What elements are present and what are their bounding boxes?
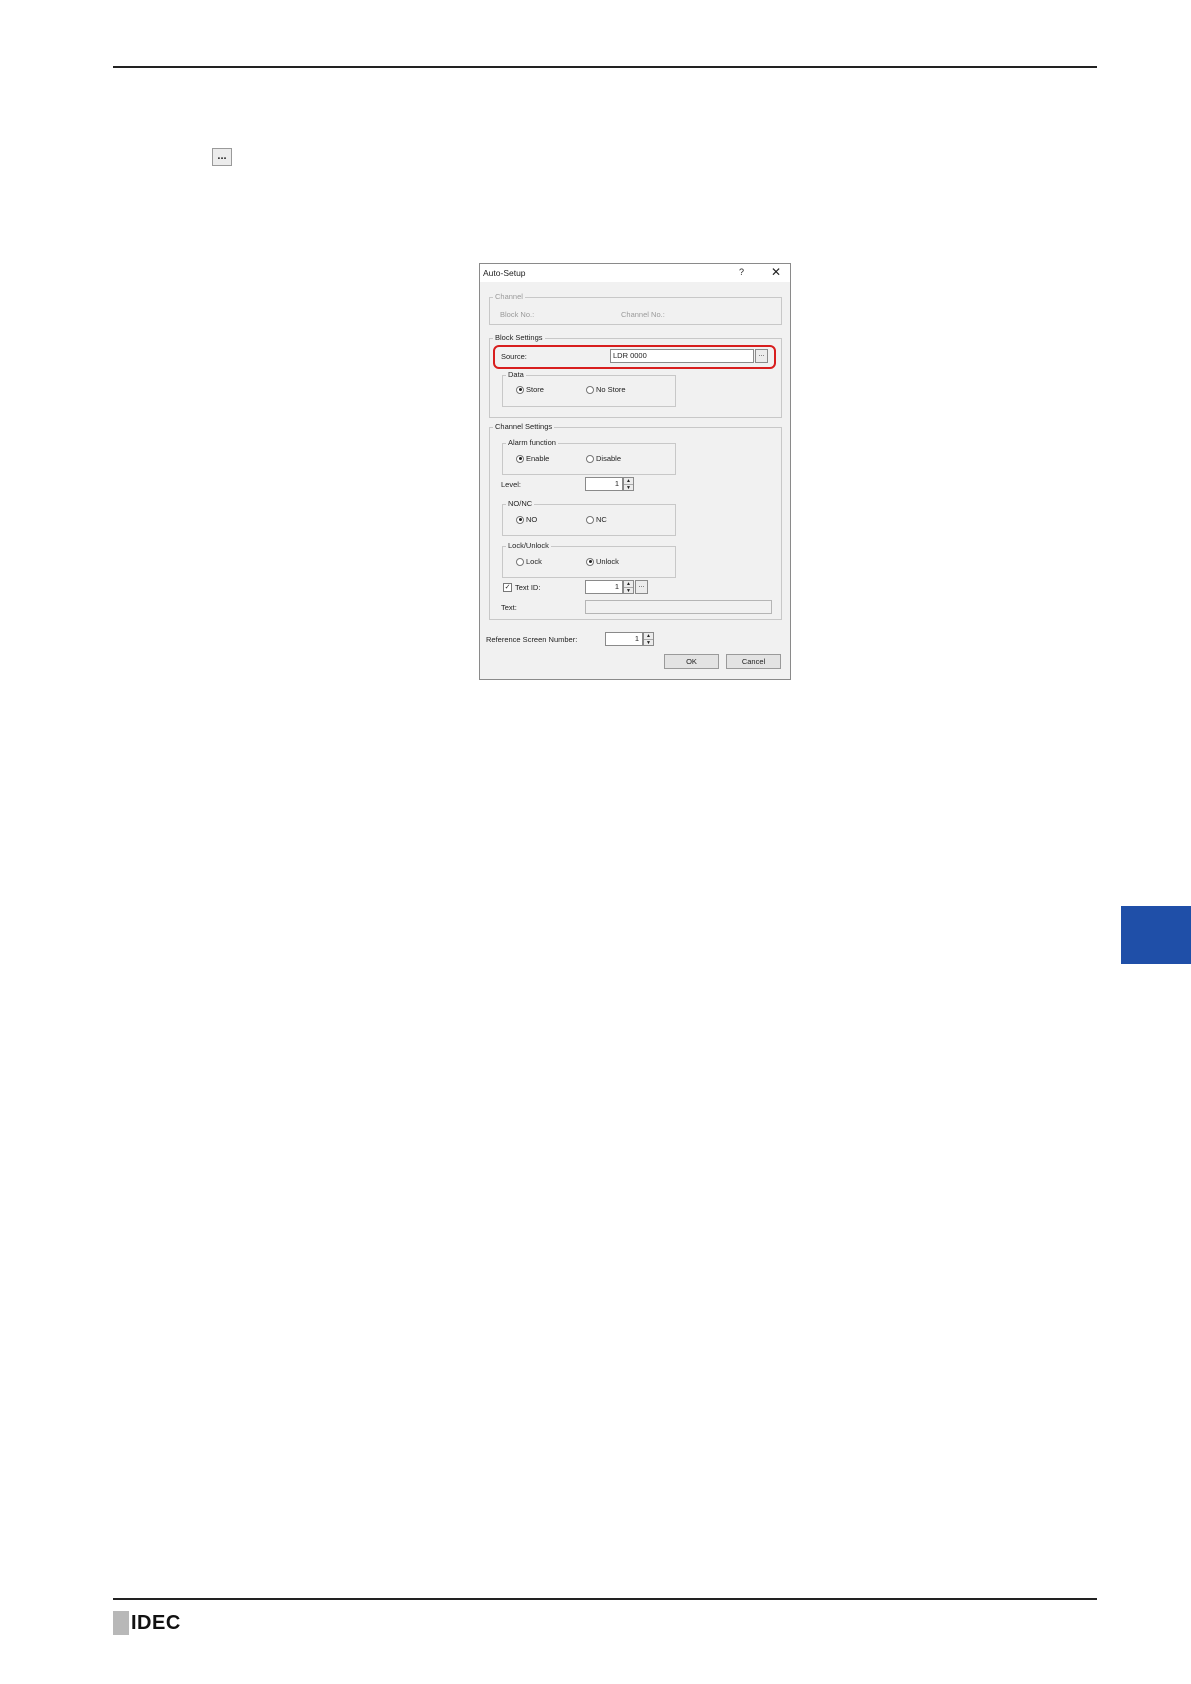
radio-no-store[interactable]: No Store: [586, 385, 626, 394]
dialog-title: Auto-Setup: [483, 268, 526, 278]
cancel-button[interactable]: Cancel: [726, 654, 781, 669]
dialog-titlebar: Auto-Setup ? ✕: [480, 264, 790, 282]
radio-nc[interactable]: NC: [586, 515, 607, 524]
level-label: Level:: [501, 480, 522, 489]
reference-screen-spinner[interactable]: ▲ ▼: [643, 632, 654, 646]
auto-setup-dialog: Auto-Setup ? ✕ Channel Block No.: Channe…: [479, 263, 791, 680]
radio-store-dot[interactable]: [516, 385, 524, 394]
radio-enable-dot[interactable]: [516, 454, 524, 463]
data-legend: Data: [506, 370, 526, 379]
text-label: Text:: [501, 603, 517, 612]
text-id-browse-button[interactable]: ...: [635, 580, 648, 594]
chapter-tab: [1121, 906, 1191, 964]
radio-unlock-dot[interactable]: [586, 557, 594, 566]
block-settings-legend: Block Settings: [493, 333, 545, 342]
radio-lock-label: Lock: [526, 557, 542, 566]
spinner-up-icon[interactable]: ▲: [644, 633, 653, 640]
reference-screen-label: Reference Screen Number:: [486, 635, 578, 644]
level-spinner[interactable]: ▲ ▼: [623, 477, 634, 491]
text-id-label: Text ID:: [515, 583, 541, 592]
radio-lock[interactable]: Lock: [516, 557, 542, 566]
level-input[interactable]: 1: [585, 477, 623, 491]
radio-no[interactable]: NO: [516, 515, 537, 524]
radio-store[interactable]: Store: [516, 385, 544, 394]
radio-disable-label: Disable: [596, 454, 622, 463]
spinner-down-icon[interactable]: ▼: [624, 485, 633, 491]
radio-no-store-label: No Store: [596, 385, 626, 394]
radio-nc-label: NC: [596, 515, 607, 524]
help-icon[interactable]: ?: [739, 267, 744, 277]
channel-legend: Channel: [493, 292, 525, 301]
no-nc-legend: NO/NC: [506, 499, 535, 508]
text-id-spinner[interactable]: ▲ ▼: [623, 580, 634, 594]
lock-unlock-legend: Lock/Unlock: [506, 541, 551, 550]
source-highlight: [493, 345, 776, 369]
channel-group: Channel Block No.: Channel No.:: [489, 292, 782, 325]
footer-rule: [113, 1598, 1097, 1600]
close-icon[interactable]: ✕: [771, 265, 781, 279]
radio-unlock-label: Unlock: [596, 557, 619, 566]
radio-no-dot[interactable]: [516, 515, 524, 524]
radio-unlock[interactable]: Unlock: [586, 557, 619, 566]
spinner-up-icon[interactable]: ▲: [624, 581, 633, 588]
text-id-input[interactable]: 1: [585, 580, 623, 594]
ok-button[interactable]: OK: [664, 654, 719, 669]
channel-no-label: Channel No.:: [621, 310, 665, 319]
spinner-down-icon[interactable]: ▼: [644, 640, 653, 646]
radio-no-label: NO: [526, 515, 538, 524]
radio-disable-dot[interactable]: [586, 454, 594, 463]
radio-enable[interactable]: Enable: [516, 454, 549, 463]
header-rule: [113, 66, 1097, 68]
radio-disable[interactable]: Disable: [586, 454, 621, 463]
radio-lock-dot[interactable]: [516, 557, 524, 566]
spinner-down-icon[interactable]: ▼: [624, 588, 633, 594]
radio-enable-label: Enable: [526, 454, 550, 463]
block-no-label: Block No.:: [500, 310, 535, 319]
browse-button-icon: ...: [212, 148, 232, 166]
idec-logo: IDEC: [113, 1611, 181, 1635]
text-field[interactable]: [585, 600, 772, 614]
logo-mark-icon: [113, 1611, 129, 1635]
reference-screen-input[interactable]: 1: [605, 632, 643, 646]
radio-store-label: Store: [526, 385, 544, 394]
spinner-up-icon[interactable]: ▲: [624, 478, 633, 485]
radio-nc-dot[interactable]: [586, 515, 594, 524]
channel-settings-legend: Channel Settings: [493, 422, 555, 431]
text-id-checkbox[interactable]: ✓: [503, 583, 512, 592]
logo-text: IDEC: [131, 1611, 181, 1634]
radio-no-store-dot[interactable]: [586, 385, 594, 394]
alarm-function-legend: Alarm function: [506, 438, 558, 447]
